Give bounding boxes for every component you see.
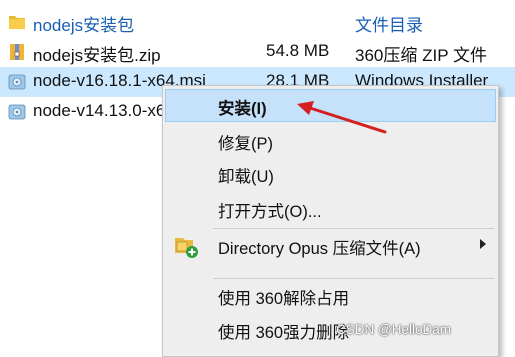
menu-item-uninstall[interactable]: 卸载(U) bbox=[165, 157, 496, 190]
menu-item-label: Directory Opus 压缩文件(A) bbox=[218, 240, 421, 258]
context-menu: 安装(I) 修复(P) 卸载(U) 打开方式(O)... Directory O… bbox=[162, 85, 499, 357]
menu-item-label: 使用 360强力删除 bbox=[218, 324, 350, 342]
file-size: 54.8 MB bbox=[266, 41, 330, 60]
msi-installer-icon bbox=[8, 104, 26, 120]
file-type: 文件目录 bbox=[355, 16, 423, 35]
menu-item-install[interactable]: 安装(I) bbox=[165, 89, 496, 122]
zip-archive-icon bbox=[10, 44, 24, 60]
menu-item-label: 卸载(U) bbox=[218, 168, 274, 186]
menu-item-label: 打开方式(O)... bbox=[218, 203, 322, 221]
watermark: CSDN @HelloDam bbox=[336, 322, 451, 337]
menu-item-label: 使用 360解除占用 bbox=[218, 290, 350, 308]
menu-item-open-with[interactable]: 打开方式(O)... bbox=[165, 192, 496, 225]
file-row-zip[interactable]: nodejs安装包.zip 54.8 MB 360压缩 ZIP 文件 bbox=[0, 37, 515, 67]
menu-item-360-unlock[interactable]: 使用 360解除占用 bbox=[165, 279, 496, 312]
directory-opus-icon bbox=[175, 238, 198, 258]
menu-item-repair[interactable]: 修复(P) bbox=[165, 124, 496, 157]
msi-installer-icon bbox=[8, 74, 26, 90]
submenu-arrow-icon bbox=[480, 239, 486, 249]
folder-icon bbox=[9, 16, 25, 29]
file-row-folder[interactable]: nodejs安装包 文件目录 bbox=[0, 7, 515, 37]
menu-item-label: 修复(P) bbox=[218, 135, 273, 153]
file-name: nodejs安装包.zip bbox=[33, 46, 161, 65]
menu-item-label: 安装(I) bbox=[218, 100, 267, 118]
file-name: nodejs安装包 bbox=[33, 16, 135, 35]
file-type: 360压缩 ZIP 文件 bbox=[355, 46, 487, 65]
menu-item-directory-opus[interactable]: Directory Opus 压缩文件(A) bbox=[165, 229, 496, 262]
